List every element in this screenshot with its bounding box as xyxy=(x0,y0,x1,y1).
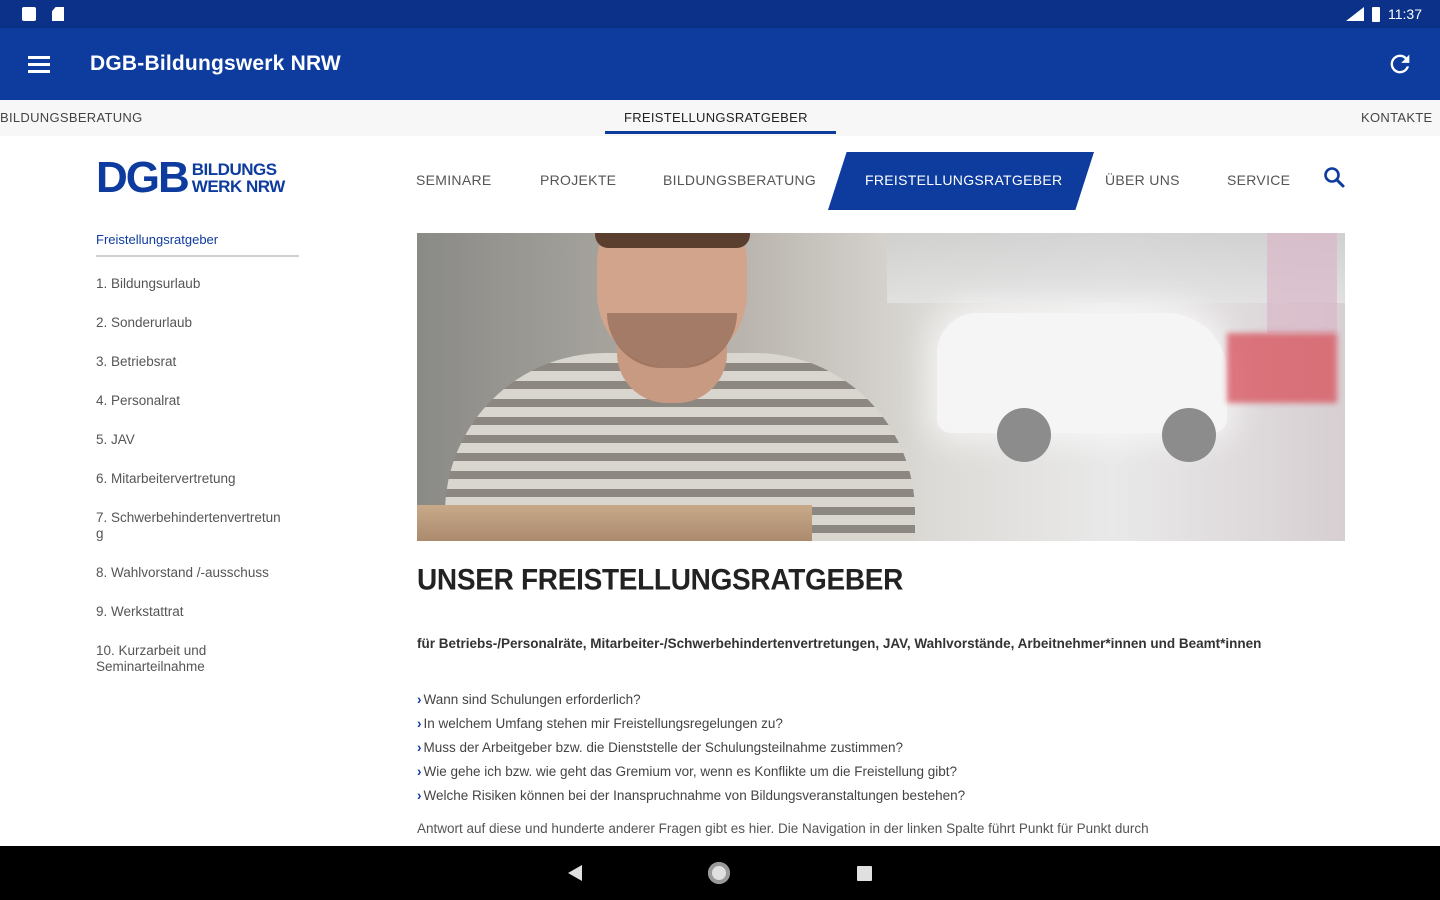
intro-text: für Betriebs-/Personalräte, Mitarbeiter-… xyxy=(417,636,1262,651)
arrow-icon: › xyxy=(417,740,422,755)
hero-image xyxy=(417,233,1345,541)
status-system: 11:37 xyxy=(1346,6,1422,22)
logo-sub: BILDUNGS WERK NRW xyxy=(192,161,285,195)
arrow-icon: › xyxy=(417,764,422,779)
status-notifications xyxy=(22,7,64,21)
question-link[interactable]: › Wie gehe ich bzw. wie geht das Gremium … xyxy=(417,760,1317,784)
answer-text: Antwort auf diese und hunderte anderer F… xyxy=(417,821,1149,836)
nav-projekte[interactable]: PROJEKTE xyxy=(540,172,616,188)
nav-service[interactable]: SERVICE xyxy=(1227,172,1290,188)
question-link[interactable]: › In welchem Umfang stehen mir Freistellu… xyxy=(417,712,1317,736)
system-nav-bar xyxy=(0,846,1440,900)
nav-bildungsberatung[interactable]: BILDUNGSBERATUNG xyxy=(663,172,816,188)
sidebar-item-wahlvorstand[interactable]: 8. Wahlvorstand /-ausschuss xyxy=(96,565,286,581)
question-link[interactable]: › Muss der Arbeitgeber bzw. die Dienstste… xyxy=(417,736,1317,760)
search-icon[interactable] xyxy=(1322,165,1346,189)
question-list: › Wann sind Schulungen erforderlich? › In … xyxy=(417,688,1317,808)
page-title: UNSER FREISTELLUNGSRATGEBER xyxy=(417,563,904,596)
refresh-icon[interactable] xyxy=(1386,50,1414,78)
home-icon[interactable] xyxy=(708,862,730,884)
tab-bildungsberatung[interactable]: BILDUNGSBERATUNG xyxy=(0,110,143,125)
sidebar-item-betriebsrat[interactable]: 3. Betriebsrat xyxy=(96,354,286,370)
sidebar-item-sonderurlaub[interactable]: 2. Sonderurlaub xyxy=(96,315,286,331)
sidebar-list: 1. Bildungsurlaub 2. Sonderurlaub 3. Bet… xyxy=(96,276,286,698)
sidebar-item-werkstattrat[interactable]: 9. Werkstattrat xyxy=(96,604,286,620)
clock: 11:37 xyxy=(1388,6,1422,22)
notification-icon xyxy=(22,7,36,21)
tab-kontakte[interactable]: KONTAKTE xyxy=(1361,110,1433,125)
sidebar-item-personalrat[interactable]: 4. Personalrat xyxy=(96,393,286,409)
arrow-icon: › xyxy=(417,692,422,707)
signal-icon xyxy=(1346,7,1364,21)
battery-icon xyxy=(1372,6,1380,22)
active-tab-indicator xyxy=(605,131,836,134)
question-link[interactable]: › Welche Risiken können bei der Inanspruc… xyxy=(417,784,1317,808)
arrow-icon: › xyxy=(417,716,422,731)
main-nav: SEMINARE PROJEKTE BILDUNGSBERATUNG FREIS… xyxy=(396,152,1356,210)
nav-ueber-uns[interactable]: ÜBER UNS xyxy=(1105,172,1180,188)
sidebar-item-jav[interactable]: 5. JAV xyxy=(96,432,286,448)
question-link[interactable]: › Wann sind Schulungen erforderlich? xyxy=(417,688,1317,712)
logo-line-2: WERK NRW xyxy=(191,177,285,196)
back-icon[interactable] xyxy=(568,865,582,881)
app-bar: DGB-Bildungswerk NRW xyxy=(0,28,1440,100)
arrow-icon: › xyxy=(417,788,422,803)
nav-freistellungsratgeber[interactable]: FREISTELLUNGSRATGEBER xyxy=(865,172,1062,188)
hamburger-menu-icon[interactable] xyxy=(28,55,68,73)
sidebar-item-schwerbehindertenvertretung[interactable]: 7. Schwerbehindertenvertretung xyxy=(96,510,286,542)
sidebar-item-bildungsurlaub[interactable]: 1. Bildungsurlaub xyxy=(96,276,286,292)
app-title: DGB-Bildungswerk NRW xyxy=(90,52,341,75)
sd-card-icon xyxy=(52,7,64,21)
webview-content: DGB BILDUNGS WERK NRW SEMINARE PROJEKTE … xyxy=(0,136,1440,846)
sidebar-heading[interactable]: Freistellungsratgeber xyxy=(96,232,299,257)
sidebar-item-mitarbeitervertretung[interactable]: 6. Mitarbeitervertretung xyxy=(96,471,286,487)
dgb-logo[interactable]: DGB BILDUNGS WERK NRW xyxy=(96,156,306,200)
logo-main: DGB xyxy=(96,153,190,202)
status-bar: 11:37 xyxy=(0,0,1440,28)
recents-icon[interactable] xyxy=(857,866,872,881)
tab-freistellungsratgeber[interactable]: FREISTELLUNGSRATGEBER xyxy=(624,110,808,125)
sidebar-item-kurzarbeit[interactable]: 10. Kurzarbeit und Seminarteilnahme xyxy=(96,643,286,675)
logo-line-1: BILDUNGS xyxy=(191,160,277,179)
nav-seminare[interactable]: SEMINARE xyxy=(416,172,492,188)
